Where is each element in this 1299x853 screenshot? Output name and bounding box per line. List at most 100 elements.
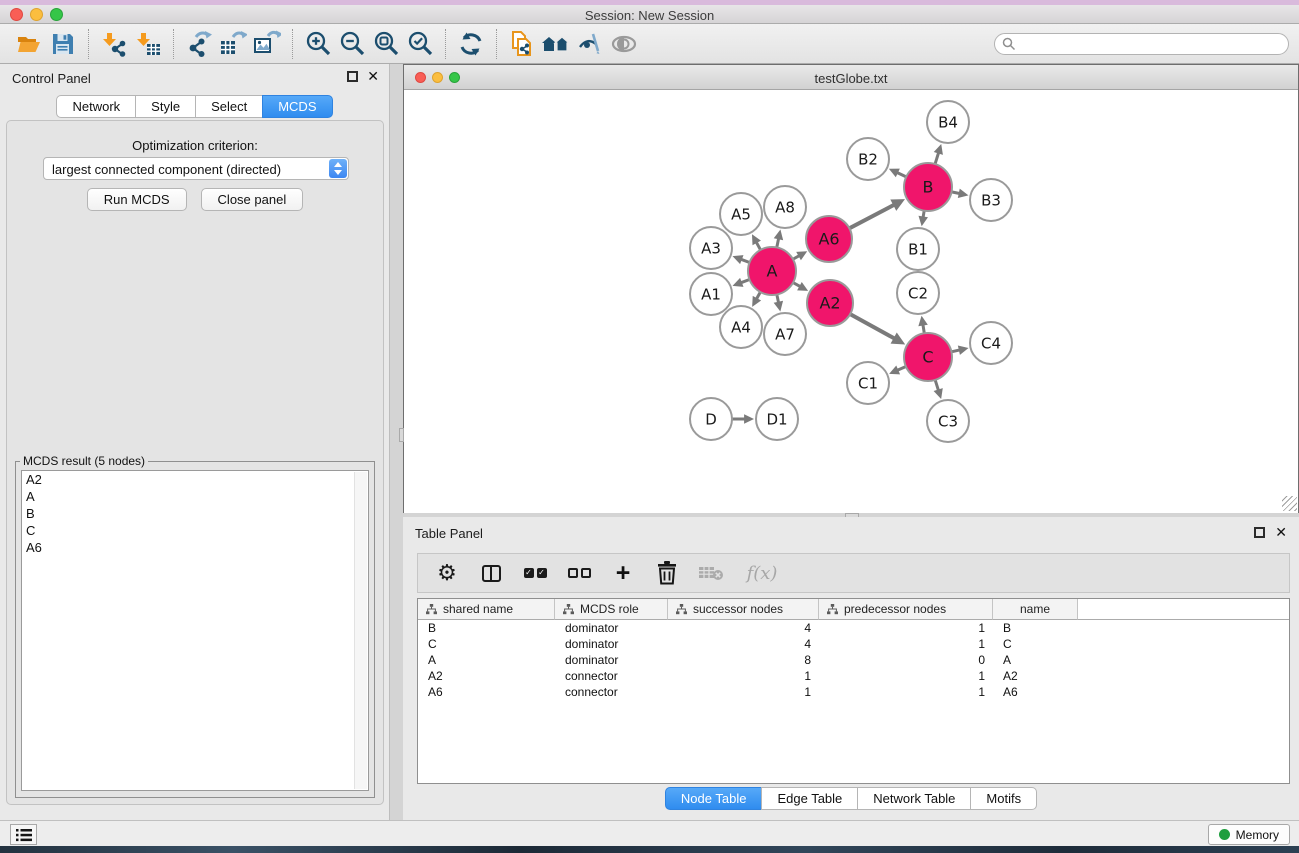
graph-edge-C-C3[interactable] — [935, 380, 938, 391]
desktop-background — [0, 846, 1299, 853]
column-header-mcds-role[interactable]: MCDS role — [555, 599, 668, 620]
tab-mcds[interactable]: MCDS — [262, 95, 332, 118]
cell-successor-nodes: 1 — [668, 668, 819, 684]
search-input[interactable] — [994, 33, 1289, 55]
show-all-icon[interactable] — [607, 28, 641, 60]
application-window: Session: New Session — [0, 0, 1299, 853]
list-item[interactable]: B — [22, 505, 368, 522]
optimization-criterion-select[interactable]: largest connected component (directed) — [43, 157, 349, 180]
run-mcds-button[interactable]: Run MCDS — [87, 188, 187, 211]
close-panel-button[interactable]: Close panel — [201, 188, 304, 211]
network-graph-canvas[interactable]: AA1A2A3A4A5A6A7A8BB1B2B3B4CC1C2C3C4DD1 — [404, 90, 1298, 513]
table-row[interactable]: A6 connector 1 1 A6 — [418, 684, 1289, 700]
tab-node-table[interactable]: Node Table — [665, 787, 763, 810]
table-row[interactable]: A dominator 8 0 A — [418, 652, 1289, 668]
graph-node-label: A8 — [775, 199, 795, 217]
column-label: predecessor nodes — [844, 602, 946, 616]
table-row[interactable]: A2 connector 1 1 A2 — [418, 668, 1289, 684]
control-panel-tabs: Network Style Select MCDS — [0, 95, 389, 118]
control-panel-title: Control Panel — [12, 71, 91, 86]
refresh-icon[interactable] — [454, 28, 488, 60]
table-panel: Table Panel ✕ ⚙ ✓✓ + f(x) shared name — [403, 517, 1299, 820]
column-header-shared-name[interactable]: shared name — [418, 599, 555, 620]
table-panel-title: Table Panel — [415, 526, 483, 541]
graph-edge-B-B2[interactable] — [896, 172, 906, 177]
cell-shared-name: A6 — [418, 684, 555, 700]
tab-network[interactable]: Network — [56, 95, 136, 118]
graph-edge-A2-C[interactable] — [850, 314, 895, 339]
close-panel-icon[interactable]: ✕ — [1275, 524, 1287, 541]
graph-node-label: B — [923, 178, 934, 197]
mcds-result-list: A2 A B C A6 — [21, 470, 369, 791]
close-panel-icon[interactable]: ✕ — [367, 68, 379, 85]
select-all-icon[interactable]: ✓✓ — [520, 558, 550, 588]
deselect-all-icon[interactable] — [564, 558, 594, 588]
home-layout-icon[interactable] — [539, 28, 573, 60]
table-row[interactable]: B dominator 4 1 B — [418, 620, 1289, 636]
clone-network-icon[interactable] — [505, 28, 539, 60]
graph-edge-arrowhead — [918, 316, 927, 327]
main-toolbar — [0, 24, 1299, 64]
zoom-fit-icon[interactable] — [369, 28, 403, 60]
import-network-icon[interactable] — [97, 28, 131, 60]
save-session-icon[interactable] — [46, 28, 80, 60]
scrollbar-track[interactable] — [354, 472, 367, 789]
cell-mcds-role: dominator — [555, 636, 668, 652]
select-stepper-icon — [329, 159, 347, 178]
function-builder-icon[interactable]: f(x) — [740, 558, 784, 588]
column-header-name[interactable]: name — [993, 599, 1078, 620]
table-row[interactable]: C dominator 4 1 C — [418, 636, 1289, 652]
splitter-grip-vertical[interactable] — [399, 428, 404, 442]
tab-select[interactable]: Select — [195, 95, 263, 118]
zoom-selected-icon[interactable] — [403, 28, 437, 60]
delete-table-icon[interactable] — [696, 558, 726, 588]
cell-predecessor-nodes: 1 — [819, 684, 993, 700]
hierarchy-icon — [676, 604, 687, 615]
tab-motifs[interactable]: Motifs — [970, 787, 1037, 810]
tab-edge-table[interactable]: Edge Table — [761, 787, 858, 810]
graph-edge-arrowhead — [958, 189, 969, 198]
column-label: MCDS role — [580, 602, 639, 616]
task-history-button[interactable] — [10, 824, 37, 845]
zoom-out-icon[interactable] — [335, 28, 369, 60]
graph-edge-B-B4[interactable] — [935, 152, 939, 164]
export-network-icon[interactable] — [182, 28, 216, 60]
toolbar-separator — [173, 29, 174, 59]
graph-node-label: C — [922, 348, 933, 367]
graph-node-label: D — [705, 411, 717, 429]
graph-edge-arrowhead — [774, 301, 783, 312]
tab-style[interactable]: Style — [135, 95, 196, 118]
float-panel-icon[interactable] — [1254, 527, 1265, 538]
hide-selected-icon[interactable] — [573, 28, 607, 60]
open-file-icon[interactable] — [12, 28, 46, 60]
column-header-successor-nodes[interactable]: successor nodes — [668, 599, 819, 620]
delete-column-icon[interactable] — [652, 558, 682, 588]
graph-edge-A6-B[interactable] — [849, 205, 894, 229]
window-resize-grip[interactable] — [1282, 496, 1297, 511]
memory-button[interactable]: Memory — [1208, 824, 1290, 845]
graph-node-label: A — [767, 262, 778, 281]
zoom-in-icon[interactable] — [301, 28, 335, 60]
cell-predecessor-nodes: 1 — [819, 620, 993, 636]
list-item[interactable]: C — [22, 522, 368, 539]
list-item[interactable]: A — [22, 488, 368, 505]
selected-criterion: largest connected component (directed) — [52, 162, 281, 177]
graph-node-label: C4 — [981, 335, 1001, 353]
list-item[interactable]: A6 — [22, 539, 368, 556]
table-settings-icon[interactable]: ⚙ — [432, 558, 462, 588]
export-table-icon[interactable] — [216, 28, 250, 60]
export-image-icon[interactable] — [250, 28, 284, 60]
graph-node-label: A6 — [818, 230, 839, 249]
float-panel-icon[interactable] — [347, 71, 358, 82]
toolbar-separator — [445, 29, 446, 59]
add-column-icon[interactable]: + — [608, 558, 638, 588]
graph-node-label: A4 — [731, 319, 751, 337]
split-columns-icon[interactable] — [476, 558, 506, 588]
list-item[interactable]: A2 — [22, 471, 368, 488]
cell-predecessor-nodes: 1 — [819, 668, 993, 684]
column-header-predecessor-nodes[interactable]: predecessor nodes — [819, 599, 993, 620]
import-table-icon[interactable] — [131, 28, 165, 60]
cell-mcds-role: dominator — [555, 652, 668, 668]
graph-node-label: B4 — [938, 114, 958, 132]
tab-network-table[interactable]: Network Table — [857, 787, 971, 810]
